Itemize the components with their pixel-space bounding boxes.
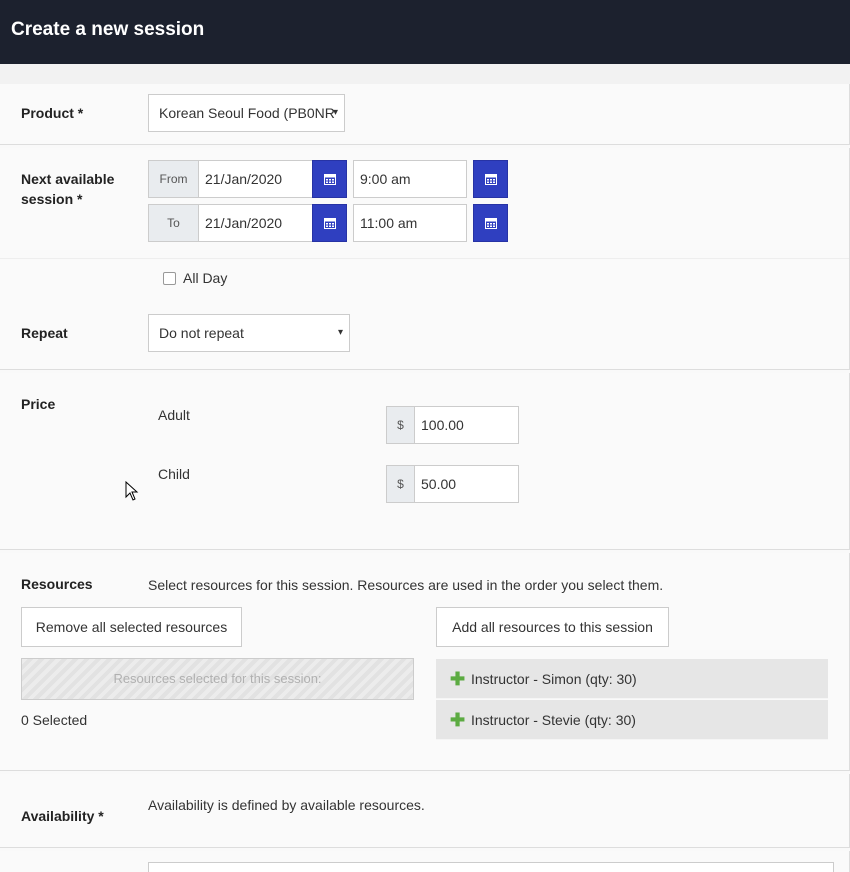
product-label: Product *: [21, 105, 84, 121]
next-field[interactable]: [148, 862, 834, 872]
repeat-select-value: Do not repeat: [159, 325, 244, 341]
to-date-calendar-button[interactable]: [312, 204, 347, 242]
session-form: Product * Korean Seoul Food (PB0NR ▾ Nex…: [0, 64, 850, 872]
price-row-name: Child: [158, 466, 190, 482]
repeat-select[interactable]: Do not repeat ▾: [148, 314, 350, 352]
resources-label: Resources: [21, 576, 93, 592]
from-addon: From: [148, 160, 199, 198]
repeat-label: Repeat: [21, 325, 68, 341]
session-label: Next available session *: [21, 169, 114, 209]
adult-price-input[interactable]: 100.00: [414, 406, 519, 444]
selected-resources-dropzone[interactable]: Resources selected for this session:: [21, 658, 414, 700]
availability-description: Availability is defined by available res…: [148, 797, 425, 813]
selected-count: 0 Selected: [21, 712, 88, 728]
chevron-down-icon: ▾: [337, 327, 343, 338]
session-label-line2: session *: [21, 191, 83, 207]
product-select[interactable]: Korean Seoul Food (PB0NR ▾: [148, 94, 345, 132]
product-section: Product * Korean Seoul Food (PB0NR ▾: [0, 84, 850, 145]
availability-label: Availability *: [21, 808, 104, 824]
add-all-resources-button[interactable]: Add all resources to this session: [436, 607, 669, 647]
calendar-icon: [323, 218, 336, 229]
top-spacer: [0, 64, 850, 84]
product-select-value: Korean Seoul Food (PB0NR: [159, 105, 335, 121]
from-date-input[interactable]: 21/Jan/2020: [198, 160, 313, 198]
page-title: Create a new session: [11, 19, 205, 40]
resource-item-simon[interactable]: ✚ Instructor - Simon (qty: 30): [436, 659, 828, 699]
currency-addon: $: [386, 406, 415, 444]
resources-section: Resources Select resources for this sess…: [0, 553, 850, 771]
remove-all-resources-button[interactable]: Remove all selected resources: [21, 607, 242, 647]
next-section: [0, 851, 850, 872]
to-time-calendar-button[interactable]: [473, 204, 508, 242]
all-day-label: All Day: [183, 270, 228, 286]
price-row-name: Adult: [158, 407, 190, 423]
calendar-icon: [484, 218, 497, 229]
child-price-input[interactable]: 50.00: [414, 465, 519, 503]
plus-icon: ✚: [450, 669, 466, 689]
resource-item-label: Instructor - Simon (qty: 30): [471, 671, 637, 687]
to-addon: To: [148, 204, 199, 242]
calendar-icon: [484, 174, 497, 185]
resource-item-stevie[interactable]: ✚ Instructor - Stevie (qty: 30): [436, 700, 828, 740]
calendar-icon: [323, 174, 336, 185]
mouse-cursor-icon: [125, 481, 139, 501]
price-label: Price: [21, 396, 56, 412]
from-time-calendar-button[interactable]: [473, 160, 508, 198]
availability-section: Availability * Availability is defined b…: [0, 774, 850, 848]
chevron-down-icon: ▾: [332, 107, 338, 118]
price-section: Price Adult $ 100.00 Child $ 50.00: [0, 373, 850, 550]
from-time-input[interactable]: 9:00 am: [353, 160, 467, 198]
session-section: Next available session * From 21/Jan/202…: [0, 148, 850, 370]
plus-icon: ✚: [450, 710, 466, 730]
currency-addon: $: [386, 465, 415, 503]
resource-item-label: Instructor - Stevie (qty: 30): [471, 712, 636, 728]
from-date-calendar-button[interactable]: [312, 160, 347, 198]
session-divider: [0, 258, 849, 259]
all-day-checkbox[interactable]: [163, 272, 176, 285]
session-label-line1: Next available: [21, 171, 115, 187]
resources-description: Select resources for this session. Resou…: [148, 577, 664, 593]
page-header: Create a new session: [0, 0, 850, 64]
to-date-input[interactable]: 21/Jan/2020: [198, 204, 313, 242]
to-time-input[interactable]: 11:00 am: [353, 204, 467, 242]
